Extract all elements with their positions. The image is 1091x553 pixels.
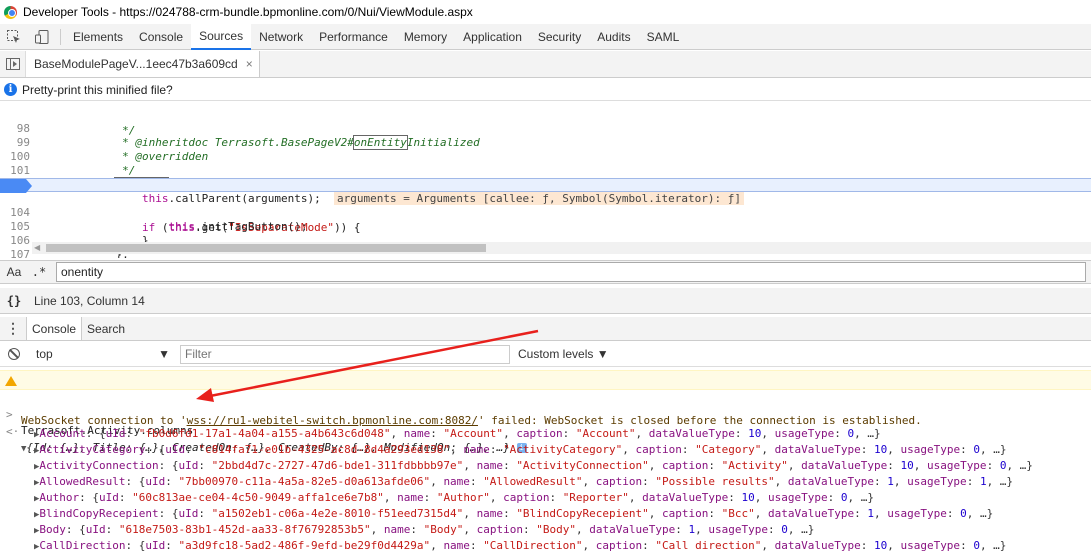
cursor-position: Line 103, Column 14 xyxy=(34,293,145,308)
object-property-row[interactable]: ▶BlindCopyRecepient: {uId: "a1502eb1-c06… xyxy=(0,506,1091,522)
console-result-line[interactable]: <· ▼{Id: {…}, Title: {…}, CreatedOn: {…}… xyxy=(0,408,1091,454)
object-property-row[interactable]: ▶ActivityCategory: {uId: "c814fa71-e01b-… xyxy=(0,442,1091,458)
window-title: Developer Tools - https://024788-crm-bun… xyxy=(23,5,473,19)
navigator-toggle-icon[interactable] xyxy=(0,51,26,77)
tab-memory[interactable]: Memory xyxy=(396,24,455,50)
property-entry[interactable]: ▶Author: {uId: "60c813ae-ce04-4c50-9049-… xyxy=(34,490,874,507)
code-line: 101 onEntityInitialized: function() { xyxy=(0,150,1091,192)
code-line: 104 this.initTagButton(); xyxy=(0,192,1091,233)
code-line-active[interactable]: 103 if (this.get("IsSeparateMode")) { xyxy=(0,178,1091,234)
scrollbar-thumb[interactable] xyxy=(46,244,486,252)
tab-audits[interactable]: Audits xyxy=(589,24,638,50)
code-line: 106 }, xyxy=(0,220,1091,258)
inspect-element-icon[interactable] xyxy=(0,24,28,50)
tab-elements[interactable]: Elements xyxy=(65,24,131,50)
tab-security[interactable]: Security xyxy=(530,24,589,50)
console-warning-message: WebSocket connection to 'wss://ru1-webit… xyxy=(0,370,1091,427)
object-property-row[interactable]: ▶CallDirection: {uId: "a3d9fc18-5ad2-486… xyxy=(0,538,1091,553)
horizontal-scrollbar[interactable]: ◀ xyxy=(32,242,1091,254)
info-icon: i xyxy=(4,83,17,96)
search-input[interactable] xyxy=(56,262,1086,282)
warning-icon xyxy=(5,376,17,386)
tab-drawer-console[interactable]: Console xyxy=(26,317,83,340)
code-line: 102 this.callParent(arguments); argument… xyxy=(0,164,1091,205)
editor-search-bar: Aa .* xyxy=(0,260,1091,284)
devtools-toolbar: Elements Console Sources Network Perform… xyxy=(0,23,1091,50)
property-entry[interactable]: ▶AllowedResult: {uId: "7bb00970-c11a-4a5… xyxy=(34,474,1013,491)
editor-file-tabs: BaseModulePageV...1eec47b3a609cd × xyxy=(0,51,1091,78)
property-entry[interactable]: ▶ActivityCategory: {uId: "c814fa71-e01b-… xyxy=(34,442,1006,459)
drawer-menu-icon[interactable]: ⋮ xyxy=(0,317,26,340)
pretty-print-button[interactable]: {} xyxy=(0,294,28,308)
file-tab-basemodulepage[interactable]: BaseModulePageV...1eec47b3a609cd × xyxy=(26,51,260,77)
object-property-row[interactable]: ▶AllowedResult: {uId: "7bb00970-c11a-4a5… xyxy=(0,474,1091,490)
console-output[interactable]: WebSocket connection to 'wss://ru1-webit… xyxy=(0,368,1091,553)
file-tab-label: BaseModulePageV...1eec47b3a609cd xyxy=(34,57,238,71)
chevron-down-icon: ▼ xyxy=(158,347,170,361)
console-input-line: > Terrasoft.Activity.columns xyxy=(0,391,1091,437)
property-entry[interactable]: ▶Body: {uId: "618e7503-83b1-452d-aa33-8f… xyxy=(34,522,814,539)
property-entry[interactable]: ▶Account: {uId: "fb0d6fd1-17a1-4a04-a155… xyxy=(34,426,881,443)
filter-input[interactable] xyxy=(180,344,510,364)
pretty-print-infobar: i Pretty-print this minified file? xyxy=(0,79,1091,101)
drawer-tabs: ⋮ Console Search xyxy=(0,317,1091,341)
tab-sources[interactable]: Sources xyxy=(191,23,252,50)
context-selector[interactable]: top ▼ xyxy=(36,347,174,361)
match-case-toggle[interactable]: Aa xyxy=(0,265,28,279)
code-line: 105 } xyxy=(0,206,1091,247)
code-line: 98 * @inheritdoc Terrasoft.BasePageV2#on… xyxy=(0,108,1091,150)
scroll-left-icon[interactable]: ◀ xyxy=(34,243,40,252)
property-entry[interactable]: ▶ActivityConnection: {uId: "2bbd4d7c-272… xyxy=(34,458,1033,475)
code-line: 99 * @overridden xyxy=(0,122,1091,163)
object-property-row[interactable]: ▶Account: {uId: "fb0d6fd1-17a1-4a04-a155… xyxy=(0,426,1091,442)
property-entry[interactable]: ▶BlindCopyRecepient: {uId: "a1502eb1-c06… xyxy=(34,506,993,523)
infobar-text[interactable]: Pretty-print this minified file? xyxy=(22,83,173,97)
regex-toggle[interactable]: .* xyxy=(28,265,50,279)
tab-application[interactable]: Application xyxy=(455,24,530,50)
code-editor[interactable]: */ 98 * @inheritdoc Terrasoft.BasePageV2… xyxy=(0,102,1091,258)
log-levels-dropdown[interactable]: Custom levels ▼ xyxy=(518,347,609,361)
tab-saml[interactable]: SAML xyxy=(639,24,688,50)
editor-status-bar: {} Line 103, Column 14 xyxy=(0,288,1091,314)
breakpoint-marker-icon[interactable] xyxy=(0,179,32,193)
object-property-row[interactable]: ▶ActivityConnection: {uId: "2bbd4d7c-272… xyxy=(0,458,1091,474)
code-line: 100 */ xyxy=(0,136,1091,177)
close-icon[interactable]: × xyxy=(246,57,253,71)
tab-performance[interactable]: Performance xyxy=(311,24,396,50)
clear-console-icon[interactable] xyxy=(0,348,28,360)
tab-drawer-search[interactable]: Search xyxy=(82,317,130,340)
tab-console[interactable]: Console xyxy=(131,24,191,50)
property-entry[interactable]: ▶CallDirection: {uId: "a3d9fc18-5ad2-486… xyxy=(34,538,1006,553)
tab-network[interactable]: Network xyxy=(251,24,311,50)
context-value: top xyxy=(36,347,53,361)
window-titlebar: Developer Tools - https://024788-crm-bun… xyxy=(0,0,1091,24)
object-property-row[interactable]: ▶Body: {uId: "618e7503-83b1-452d-aa33-8f… xyxy=(0,522,1091,538)
toolbar-divider xyxy=(60,28,61,45)
console-toolbar: top ▼ Custom levels ▼ xyxy=(0,342,1091,367)
device-toolbar-icon[interactable] xyxy=(28,24,56,50)
object-property-row[interactable]: ▶Author: {uId: "60c813ae-ce04-4c50-9049-… xyxy=(0,490,1091,506)
chrome-logo-icon xyxy=(4,5,17,19)
